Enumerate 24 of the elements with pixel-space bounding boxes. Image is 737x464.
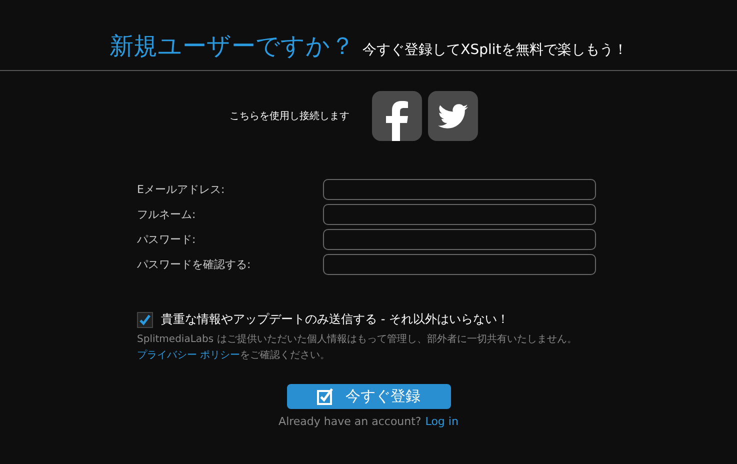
- checkbox[interactable]: [137, 312, 153, 328]
- field-label: パスワードを確認する:: [137, 257, 252, 272]
- page-subtitle: 今すぐ登録してXSplitを無料で楽しもう！: [362, 41, 628, 59]
- connect-label: こちらを使用し接続します: [230, 110, 350, 123]
- login-prompt: Already have an account?: [278, 415, 422, 428]
- field-label: パスワード:: [137, 232, 197, 247]
- privacy-policy-link[interactable]: プライバシー ポリシー: [137, 350, 240, 361]
- input-field[interactable]: [323, 254, 596, 275]
- login-link[interactable]: Log in: [425, 415, 458, 428]
- facebook-button[interactable]: [372, 91, 422, 141]
- twitter-button[interactable]: [428, 91, 478, 141]
- input-field[interactable]: [323, 229, 596, 250]
- field-label: Eメールアドレス:: [137, 182, 226, 197]
- checkbox-label: 貴重な情報やアップデートのみ送信する - それ以外はいらない！: [161, 311, 509, 328]
- register-button[interactable]: 今すぐ登録: [286, 384, 450, 409]
- bird-icon: [438, 104, 468, 128]
- facebook-icon: [384, 101, 408, 141]
- check-icon: [139, 314, 151, 326]
- input-field[interactable]: [323, 204, 596, 225]
- field-label: フルネーム:: [137, 207, 197, 222]
- input-field[interactable]: [323, 179, 596, 200]
- checkbox-icon: [316, 388, 334, 405]
- privacy-note: SplitmediaLabs はご提供いただいた個人情報はもって管理し、部外者に一切共有いたしません。 プライバシー ポリシーをご確認ください。: [137, 332, 578, 363]
- page-title: 新規ユーザーですか？: [110, 31, 355, 62]
